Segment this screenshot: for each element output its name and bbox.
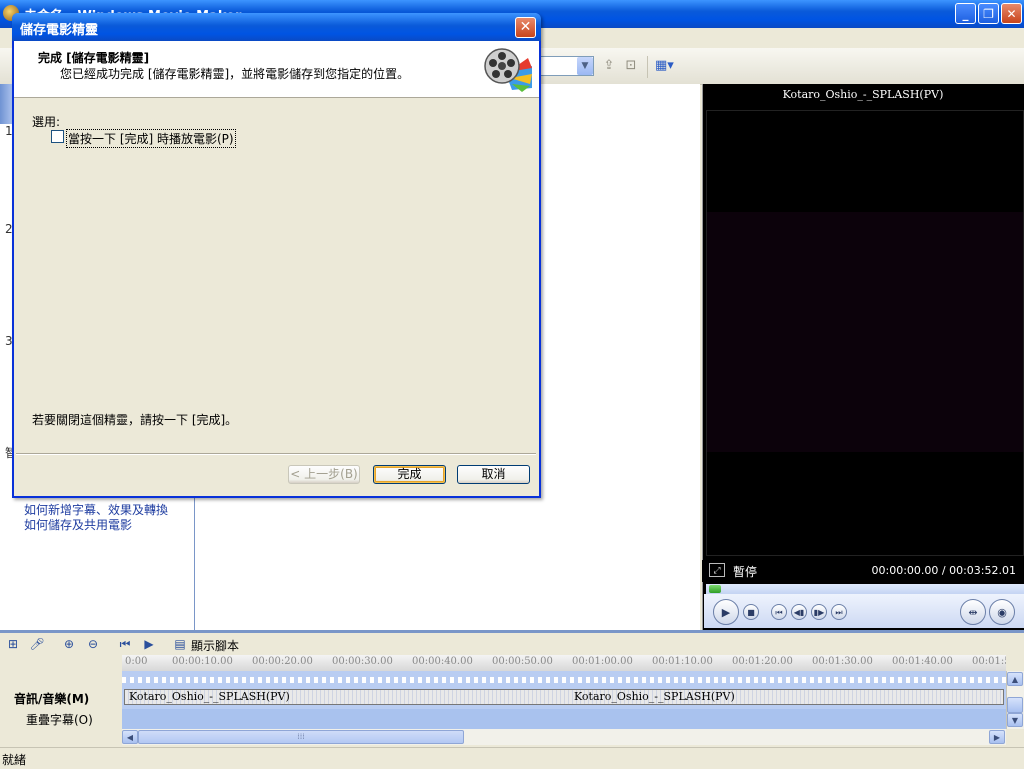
zoom-in-icon[interactable]: ⊕ — [60, 636, 78, 652]
scroll-left-icon[interactable]: ◀ — [122, 730, 138, 744]
scroll-right-icon[interactable]: ▶ — [989, 730, 1005, 744]
audio-clip-label: Kotaro_Oshio_-_SPLASH(PV) — [574, 690, 735, 703]
new-folder-icon[interactable]: ⊡ — [622, 58, 640, 74]
ruler-tick: 00:01:20.00 — [732, 656, 793, 667]
track-label-overlay[interactable]: 重疊字幕(O) — [26, 711, 93, 728]
dialog-title: 儲存電影精靈 — [20, 23, 99, 38]
rewind-timeline-icon[interactable]: ⏮ — [116, 636, 134, 652]
vertical-scroll-thumb[interactable] — [1007, 697, 1023, 713]
seek-bar[interactable] — [706, 584, 1024, 594]
overlay-track[interactable] — [122, 709, 1006, 729]
narrate-microphone-icon[interactable]: 🎤︎ — [28, 636, 46, 652]
previous-icon[interactable]: ⏮ — [771, 604, 787, 620]
restore-button[interactable]: ❐ — [978, 3, 999, 24]
ruler-tick: 00:00:40.00 — [412, 656, 473, 667]
next-icon[interactable]: ⏭ — [831, 604, 847, 620]
back-button[interactable]: < 上一步(B) — [288, 465, 360, 484]
dialog-close-icon[interactable]: ✕ — [515, 17, 536, 38]
ruler-tick: 0:00 — [125, 656, 148, 667]
scroll-up-icon[interactable]: ▲ — [1007, 672, 1023, 686]
rewind-icon[interactable]: ◀▮ — [791, 604, 807, 620]
horizontal-scroll-thumb[interactable]: ⁞⁞⁞ — [138, 730, 464, 744]
ruler-tick: 00:00:50.00 — [492, 656, 553, 667]
ruler-tick: 00:01:5 — [972, 656, 1006, 667]
ruler-tick: 00:01:30.00 — [812, 656, 873, 667]
video-frame — [707, 212, 1023, 452]
status-text: 就緒 — [2, 753, 27, 767]
zoom-out-icon[interactable]: ⊖ — [84, 636, 102, 652]
ruler-tick: 00:01:00.00 — [572, 656, 633, 667]
play-movie-checkbox-label[interactable]: 當按一下 [完成] 時播放電影(P) — [66, 129, 236, 148]
help-link-save-share[interactable]: 如何儲存及共用電影 — [24, 516, 132, 533]
close-hint-text: 若要關閉這個精靈，請按一下 [完成]。 — [32, 413, 238, 427]
status-bar — [0, 747, 1024, 769]
view-options-icon[interactable]: ▦▾ — [655, 58, 679, 74]
seek-handle[interactable] — [709, 585, 721, 593]
timeline-ruler[interactable]: 0:00 00:00:10.00 00:00:20.00 00:00:30.00… — [122, 655, 1006, 672]
close-window-button[interactable]: ✕ — [1001, 3, 1022, 24]
show-storyboard-button[interactable]: 顯示腳本 — [191, 637, 239, 654]
fullscreen-icon[interactable]: ⤢ — [709, 563, 725, 577]
audio-clip-label: Kotaro_Oshio_-_SPLASH(PV) — [129, 690, 290, 703]
snapshot-camera-icon[interactable]: ◉ — [989, 599, 1015, 625]
scroll-down-icon[interactable]: ▼ — [1007, 713, 1023, 727]
task-pane-header-strip — [0, 84, 12, 124]
storyboard-icon[interactable]: ▤ — [171, 636, 189, 652]
play-state: 暫停 — [733, 565, 758, 579]
chevron-down-icon[interactable]: ▼ — [577, 57, 593, 75]
monitor-clip-title: Kotaro_Oshio_-_SPLASH(PV) — [782, 88, 944, 101]
dialog-divider — [16, 453, 536, 455]
ruler-tick: 00:00:10.00 — [172, 656, 233, 667]
split-clip-icon[interactable]: ⇹ — [960, 599, 986, 625]
play-icon[interactable]: ▶ — [713, 599, 739, 625]
ruler-tick: 00:00:30.00 — [332, 656, 393, 667]
forward-icon[interactable]: ▮▶ — [811, 604, 827, 620]
set-audio-levels-icon[interactable]: ⊞ — [4, 636, 22, 652]
up-folder-icon[interactable]: ⇪ — [600, 58, 618, 74]
ruler-tick: 00:01:40.00 — [892, 656, 953, 667]
stop-icon[interactable]: ■ — [743, 604, 759, 620]
ruler-tick: 00:00:20.00 — [252, 656, 313, 667]
ruler-tick: 00:01:10.00 — [652, 656, 713, 667]
video-track-stripe — [122, 677, 1006, 683]
play-movie-checkbox[interactable] — [51, 130, 64, 143]
dialog-heading: 完成 [儲存電影精靈] — [38, 51, 150, 65]
track-label-audio[interactable]: 音訊/音樂(M) — [14, 690, 89, 707]
play-time: 00:00:00.00 / 00:03:52.01 — [871, 564, 1017, 577]
optional-label: 選用: — [32, 115, 61, 129]
film-reel-icon — [484, 48, 532, 92]
play-timeline-icon[interactable]: ▶ — [140, 636, 158, 652]
toolbar-divider — [647, 56, 648, 78]
finish-button[interactable]: 完成 — [373, 465, 446, 484]
cancel-button[interactable]: 取消 — [457, 465, 530, 484]
dialog-subheading: 您已經成功完成 [儲存電影精靈]，並將電影儲存到您指定的位置。 — [60, 67, 410, 81]
minimize-button[interactable]: _ — [955, 3, 976, 24]
